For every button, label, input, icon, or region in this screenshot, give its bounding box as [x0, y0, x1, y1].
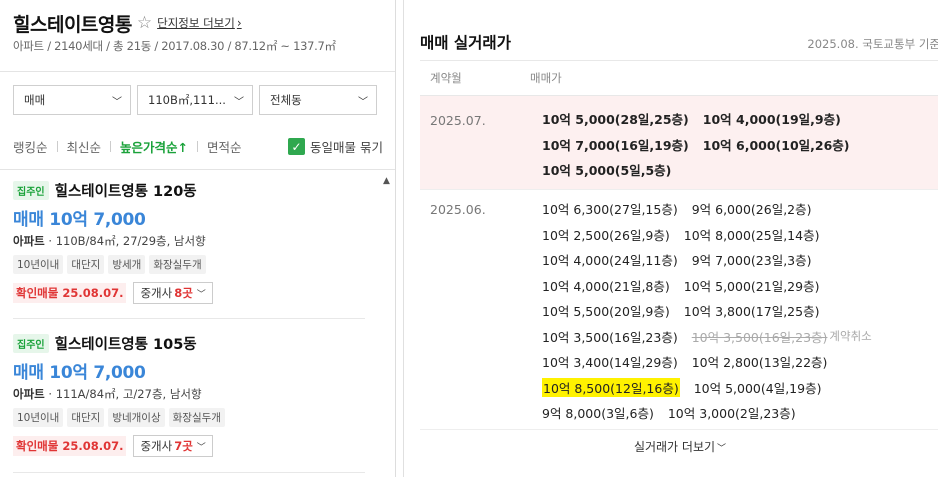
complex-info-link[interactable]: 단지정보 더보기 ›: [157, 15, 242, 31]
agent-count-button[interactable]: 중개사 8곳 ﹀: [133, 282, 213, 304]
deal-price: 10억 5,000(4일,19층): [693, 380, 822, 396]
col-month: 계약월: [430, 71, 462, 85]
cancel-note: 계약취소: [829, 329, 872, 344]
divider: [0, 169, 395, 170]
transaction-panel: 매매 실거래가 2025.08. 국토교통부 기준 계약월 매매가 2025.0…: [403, 0, 938, 477]
transaction-month: 2025.07.: [430, 113, 486, 128]
group-same-label: 동일매물 묶기: [310, 140, 383, 155]
listing-desc: 아파트 · 110B/84㎡, 27/29층, 남서향: [13, 234, 206, 248]
tag: 화장실두개: [168, 408, 225, 427]
chevron-down-icon: ﹀: [717, 444, 727, 454]
deal-price-highlighted: 10억 8,500(12일,16층): [542, 377, 680, 397]
complex-name: 힐스테이트영통: [13, 13, 132, 36]
tag: 방네개이상: [108, 408, 165, 427]
deal-price: 10억 2,500(26일,9층): [542, 227, 670, 243]
listing-item[interactable]: 집주인 힐스테이트영통 105동 매매 10억 7,000 아파트 · 111A…: [13, 333, 365, 457]
star-icon[interactable]: ☆: [137, 14, 152, 32]
deal-price: 10억 5,500(20일,9층): [542, 304, 670, 320]
deal-price-canceled: 10억 3,500(16일,23층): [691, 329, 828, 345]
sort-bar: 랭킹순 최신순 높은가격순↑ 면적순 ✓ 동일매물 묶기: [13, 137, 383, 156]
divider: [110, 141, 112, 152]
checkbox-checked-icon[interactable]: ✓: [288, 138, 306, 155]
transaction-header: 매매 실거래가 2025.08. 국토교통부 기준: [420, 31, 938, 53]
complex-header: 힐스테이트영통 ☆ 단지정보 더보기 › 아파트 / 2140세대 / 총 21동…: [13, 10, 385, 54]
deal-price: 10억 4,000(19일,9층): [702, 112, 841, 128]
confirm-badge: 확인매물 25.08.07.: [13, 283, 127, 303]
more-transactions-button[interactable]: 실거래가 더보기 ﹀: [420, 438, 938, 455]
transaction-deals: 10억 6,300(27일,15층) 9억 6,000(26일,2층) 10억 …: [542, 190, 872, 429]
divider: [197, 141, 199, 152]
chevron-right-icon: ›: [236, 16, 242, 30]
chevron-down-icon: ﹀: [196, 289, 206, 300]
transaction-deals: 10억 5,000(28일,25층) 10억 4,000(19일,9층) 10억…: [542, 96, 850, 189]
owner-badge: 집주인: [13, 333, 49, 353]
listing-title: 힐스테이트영통 120동: [54, 183, 197, 200]
transaction-title: 매매 실거래가: [420, 34, 511, 52]
deal-price: 10억 2,800(13일,22층): [691, 355, 828, 371]
tag: 화장실두개: [149, 255, 206, 274]
divider: [0, 71, 395, 72]
confirm-badge: 확인매물 25.08.07.: [13, 436, 127, 456]
deal-price: 10억 6,000(10일,26층): [702, 137, 850, 153]
owner-badge: 집주인: [13, 180, 49, 200]
transaction-column-header: 계약월 매매가: [420, 60, 938, 96]
scrollbar[interactable]: ▲: [380, 172, 394, 477]
transaction-source: 2025.08. 국토교통부 기준: [807, 37, 938, 51]
listing-price: 매매 10억 7,000: [13, 363, 146, 383]
deal-price: 10억 3,500(16일,23층): [542, 329, 678, 345]
sort-ranking[interactable]: 랭킹순: [13, 137, 48, 156]
chevron-down-icon: ﹀: [358, 96, 368, 108]
sort-area[interactable]: 면적순: [207, 137, 242, 156]
deal-price: 9억 8,000(3일,6층): [542, 406, 654, 422]
chevron-down-icon: ﹀: [196, 442, 206, 453]
divider: [13, 318, 365, 319]
tag: 방세개: [108, 255, 146, 274]
complex-meta: 아파트 / 2140세대 / 총 21동 / 2017.08.30 / 87.1…: [13, 39, 336, 53]
deal-price: 10억 5,000(5일,5층): [542, 163, 672, 179]
tag: 10년이내: [13, 408, 64, 427]
divider: [13, 472, 365, 473]
deal-price: 10억 5,000(21일,29층): [683, 278, 820, 294]
deal-price: 10억 5,000(28일,25층): [542, 112, 689, 128]
listing-desc: 아파트 · 111A/84㎡, 고/27층, 남서향: [13, 387, 202, 401]
tag: 10년이내: [13, 255, 64, 274]
scroll-up-icon[interactable]: ▲: [383, 176, 390, 186]
transaction-row: 2025.06. 10억 6,300(27일,15층) 9억 6,000(26일…: [420, 190, 938, 430]
area-select[interactable]: 110B㎡,111... ﹀: [137, 85, 253, 115]
listing-title: 힐스테이트영통 105동: [54, 336, 197, 353]
filter-bar: 매매 ﹀ 110B㎡,111... ﹀ 전체동 ﹀: [13, 85, 377, 115]
building-select[interactable]: 전체동 ﹀: [259, 85, 377, 115]
divider: [56, 141, 58, 152]
chevron-down-icon: ﹀: [234, 96, 244, 108]
deal-price: 10억 8,000(25일,14층): [683, 227, 820, 243]
transaction-row: 2025.07. 10억 5,000(28일,25층) 10억 4,000(19…: [420, 96, 938, 190]
deal-price: 10억 7,000(16일,19층): [542, 137, 689, 153]
deal-price: 10억 6,300(27일,15층): [542, 202, 678, 218]
listing-tags: 10년이내 대단지 방세개 화장실두개: [13, 255, 365, 274]
deal-price: 10억 3,000(2일,23층): [667, 406, 796, 422]
trade-type-select[interactable]: 매매 ﹀: [13, 85, 131, 115]
col-price: 매매가: [530, 71, 562, 85]
deal-price: 10억 4,000(24일,11층): [542, 253, 678, 269]
listing-price: 매매 10억 7,000: [13, 210, 146, 230]
deal-price: 9억 6,000(26일,2층): [691, 202, 812, 218]
tag: 대단지: [67, 408, 105, 427]
deal-price: 10억 4,000(21일,8층): [542, 278, 670, 294]
group-same-toggle[interactable]: ✓ 동일매물 묶기: [288, 137, 383, 156]
chevron-down-icon: ﹀: [112, 96, 122, 108]
sort-latest[interactable]: 최신순: [67, 137, 102, 156]
transaction-month: 2025.06.: [430, 202, 486, 217]
deal-price: 10억 3,800(17일,25층): [683, 304, 820, 320]
sort-high-price[interactable]: 높은가격순↑: [120, 137, 188, 156]
tag: 대단지: [67, 255, 105, 274]
agent-count-button[interactable]: 중개사 7곳 ﹀: [133, 435, 213, 457]
listing-tags: 10년이내 대단지 방네개이상 화장실두개: [13, 408, 365, 427]
listing-panel: 힐스테이트영통 ☆ 단지정보 더보기 › 아파트 / 2140세대 / 총 21동…: [0, 0, 396, 477]
deal-price: 9억 7,000(23일,3층): [691, 253, 812, 269]
listing-item[interactable]: 집주인 힐스테이트영통 120동 매매 10억 7,000 아파트 · 110B…: [13, 180, 365, 304]
deal-price: 10억 3,400(14일,29층): [542, 355, 678, 371]
